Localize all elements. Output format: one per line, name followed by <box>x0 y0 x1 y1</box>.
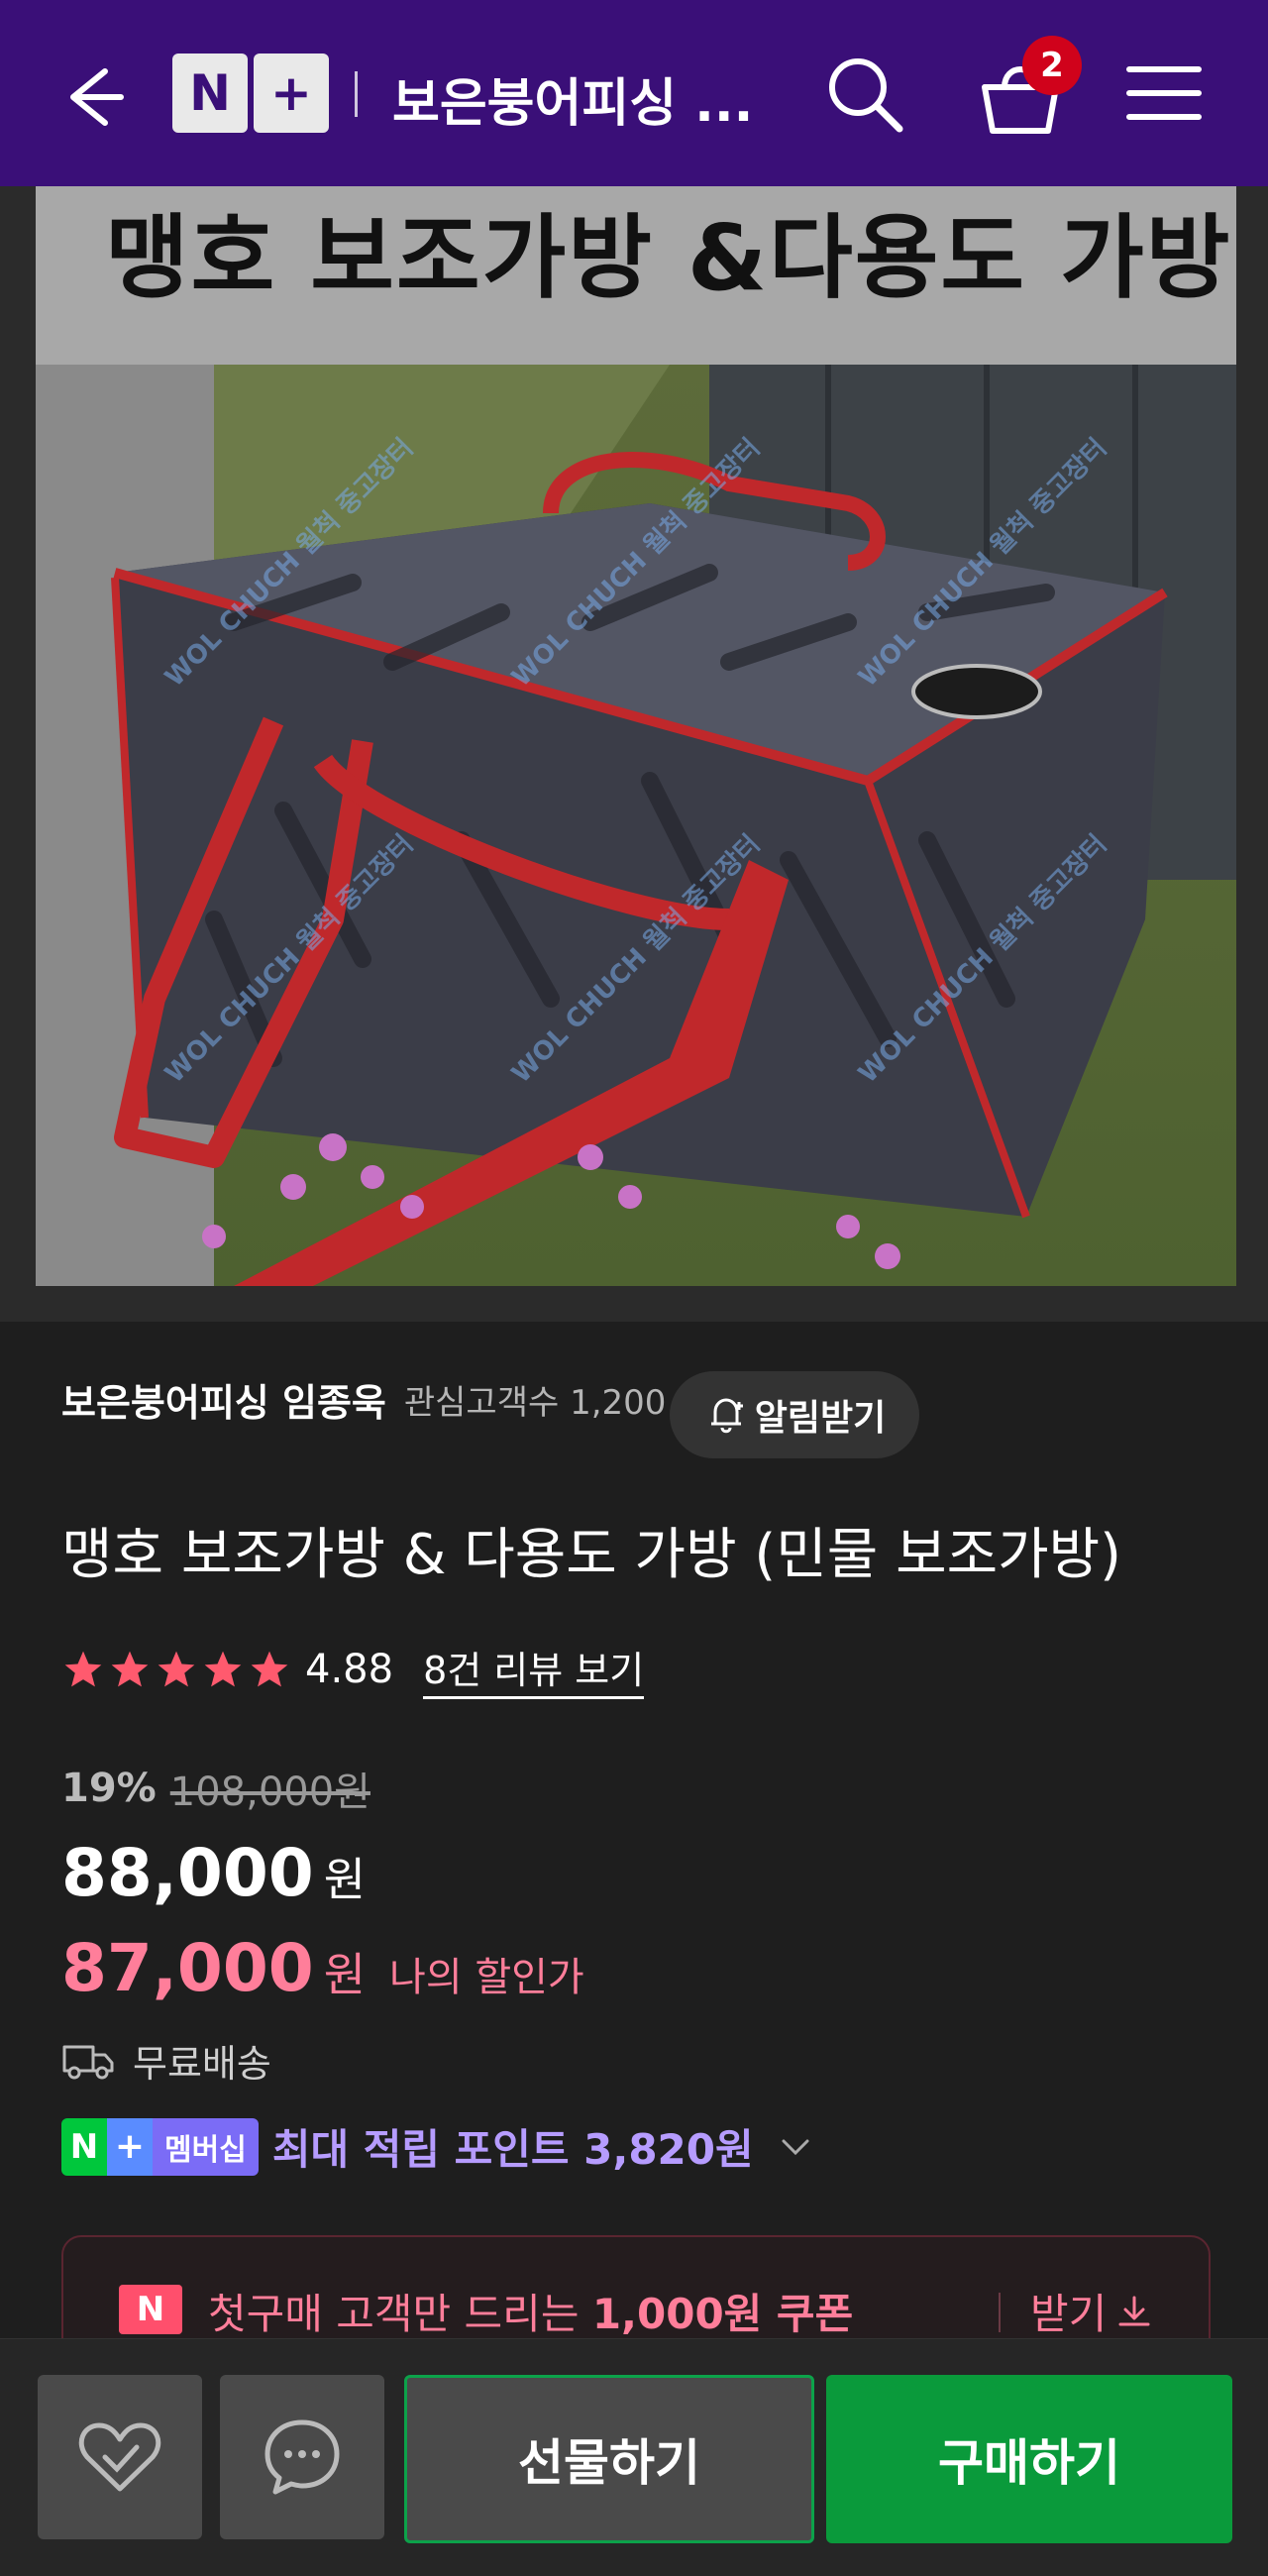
menu-icon[interactable] <box>1125 63 1203 123</box>
rating-value: 4.88 <box>305 1647 394 1692</box>
seller-info: 보은붕어피싱 임종욱 관심고객수 1,200 <box>61 1372 666 1427</box>
back-arrow-icon[interactable] <box>52 57 131 137</box>
coupon-n-badge: N <box>119 2285 182 2334</box>
original-price: 108,000원 <box>169 1770 370 1815</box>
wishlist-button[interactable] <box>38 2375 202 2539</box>
membership-row[interactable]: N + 멤버십 최대 적립 포인트 3,820원 <box>61 2116 817 2177</box>
coupon-text: 첫구매 고객만 드리는 1,000원 쿠폰 <box>208 2281 853 2341</box>
gift-button[interactable]: 선물하기 <box>404 2375 814 2543</box>
price-row: 88,000 원 <box>61 1835 366 1911</box>
price-unit: 원 <box>323 1853 367 1906</box>
coupon-get-button[interactable]: 받기 <box>1030 2281 1154 2341</box>
shipping-text: 무료배송 <box>133 2042 271 2086</box>
star-icon <box>111 1651 149 1687</box>
alarm-button[interactable]: 알림받기 <box>670 1371 919 1458</box>
discount-row: 19% 108,000원 <box>61 1760 370 1817</box>
product-title: 맹호 보조가방 & 다용도 가방 (민물 보조가방) <box>61 1523 1122 1587</box>
coupon-get-label: 받기 <box>1030 2290 1108 2338</box>
logo-plus: + <box>254 54 329 133</box>
naver-plus-logo[interactable]: N + <box>172 54 329 133</box>
chat-bubble-icon <box>264 2419 340 2495</box>
membership-plus: + <box>107 2117 153 2176</box>
coupon-amount: 1,000원 쿠폰 <box>591 2290 854 2338</box>
truck-icon <box>62 2045 114 2079</box>
star-icon <box>204 1651 242 1687</box>
coupon-divider <box>999 2293 1001 2332</box>
seller-name[interactable]: 보은붕어피싱 임종욱 <box>61 1372 386 1427</box>
membership-points: 최대 적립 포인트 3,820원 <box>271 2125 754 2174</box>
heart-check-icon <box>78 2422 161 2492</box>
my-price-unit: 원 <box>323 1948 367 2001</box>
rating-row: 4.88 8건 리뷰 보기 <box>61 1640 645 1699</box>
image-banner: 맹호 보조가방 &다용도 가방 <box>36 186 1236 365</box>
header-divider <box>355 71 358 117</box>
membership-badge: N + 멤버십 <box>61 2117 259 2176</box>
my-price-row[interactable]: 87,000 원 나의 할인가 <box>61 1930 584 2006</box>
product-photo <box>36 365 1236 1286</box>
product-image[interactable]: 맹호 보조가방 &다용도 가방 WOL CHUCH 월척 중고장터 WOL CH… <box>0 186 1268 1322</box>
star-icon <box>251 1651 288 1687</box>
chevron-down-icon[interactable] <box>774 2125 817 2169</box>
logo-n: N <box>172 54 248 133</box>
shipping-row: 무료배송 <box>61 2033 271 2088</box>
buy-button[interactable]: 구매하기 <box>826 2375 1232 2543</box>
cart-count-badge: 2 <box>1022 36 1082 95</box>
star-icon <box>158 1651 195 1687</box>
sale-price: 88,000 <box>61 1835 314 1911</box>
image-banner-text: 맹호 보조가방 &다용도 가방 <box>105 205 1232 311</box>
membership-n: N <box>61 2117 107 2176</box>
star-rating <box>61 1648 291 1691</box>
seller-follower-count: 관심고객수 1,200 <box>403 1383 667 1423</box>
bottom-action-bar: 선물하기 구매하기 <box>0 2338 1268 2576</box>
my-price-label: 나의 할인가 <box>389 1955 584 2000</box>
review-link[interactable]: 8건 리뷰 보기 <box>423 1640 645 1699</box>
coupon-text-prefix: 첫구매 고객만 드리는 <box>208 2290 592 2338</box>
bell-plus-icon <box>710 1398 743 1434</box>
search-icon[interactable] <box>822 52 907 137</box>
top-bar: N + 보은붕어피싱 ... 2 <box>0 0 1268 186</box>
star-icon <box>64 1651 102 1687</box>
download-icon <box>1118 2296 1150 2325</box>
my-discount-price: 87,000 <box>61 1930 314 2006</box>
store-title[interactable]: 보은붕어피싱 ... <box>392 61 753 136</box>
membership-label: 멤버십 <box>153 2117 259 2176</box>
chat-button[interactable] <box>220 2375 384 2539</box>
alarm-button-label: 알림받기 <box>754 1398 887 1439</box>
discount-rate: 19% <box>61 1766 157 1811</box>
